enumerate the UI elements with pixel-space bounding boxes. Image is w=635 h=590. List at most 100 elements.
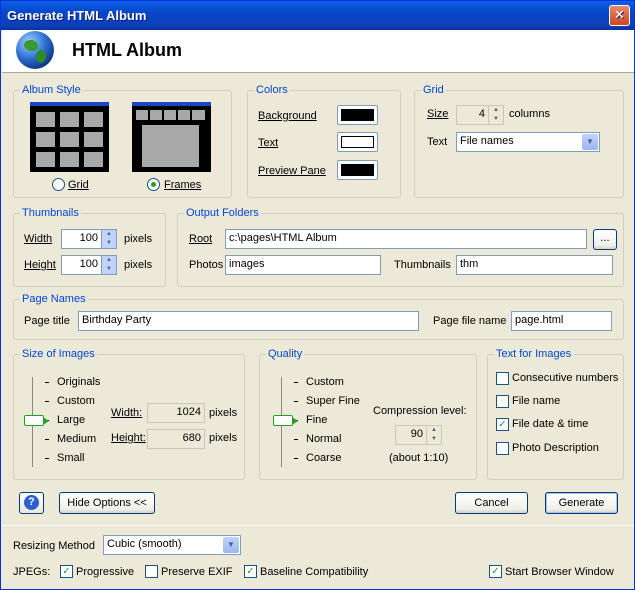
- size-level-small: Small: [57, 452, 85, 464]
- output-folders-legend: Output Folders: [184, 207, 261, 219]
- grid-radio[interactable]: [52, 178, 65, 191]
- compression-level-input[interactable]: 90: [395, 425, 427, 445]
- colors-group: Colors Background Text Preview Pane: [247, 84, 401, 198]
- columns-label: columns: [509, 108, 550, 120]
- album-style-legend: Album Style: [20, 84, 83, 96]
- image-height-label: Height:: [111, 432, 146, 444]
- grid-size-input[interactable]: 4: [456, 105, 489, 125]
- preview-swatch: [341, 164, 374, 176]
- quality-level-fine: Fine: [306, 414, 328, 426]
- page-names-group: Page Names Page title Birthday Party Pag…: [13, 293, 624, 340]
- start-browser-checkbox[interactable]: ✓: [489, 565, 502, 578]
- preserve-exif-checkbox[interactable]: [145, 565, 158, 578]
- quality-level-coarse: Coarse: [306, 452, 342, 464]
- grid-legend: Grid: [421, 84, 446, 96]
- quality-level-super-fine: Super Fine: [306, 395, 360, 407]
- compression-level-spinner[interactable]: ▲ ▼: [427, 425, 442, 445]
- thumbnails-folder-label: Thumbnails: [394, 259, 451, 271]
- grid-layout-preview[interactable]: [30, 102, 109, 172]
- divider: [2, 525, 634, 526]
- jpegs-label: JPEGs:: [13, 566, 51, 578]
- size-slider-thumb[interactable]: [24, 415, 49, 426]
- frames-radio-label: Frames: [164, 179, 202, 191]
- image-width-label: Width:: [111, 407, 143, 419]
- grid-size-spinner[interactable]: ▲ ▼: [489, 105, 504, 125]
- colors-legend: Colors: [254, 84, 290, 96]
- thumb-height-label: Height: [24, 259, 56, 271]
- thumb-height-input[interactable]: 100: [61, 255, 102, 275]
- text-for-images-legend: Text for Images: [494, 348, 574, 360]
- thumbnails-group: Thumbnails Width 100 ▲ ▼ pixels Height 10…: [13, 207, 166, 287]
- image-height-input[interactable]: 680: [147, 429, 205, 449]
- file-name-checkbox[interactable]: [496, 395, 509, 408]
- hide-options-button[interactable]: Hide Options <<: [59, 492, 155, 514]
- quality-level-custom: Custom: [306, 376, 344, 388]
- frames-radio[interactable]: [147, 178, 160, 191]
- photos-folder-input[interactable]: images: [225, 255, 381, 275]
- header-banner: HTML Album: [2, 30, 634, 73]
- text-for-images-group: Text for Images Consecutive numbers File…: [487, 348, 624, 480]
- text-color-button[interactable]: [337, 132, 378, 152]
- page-file-name-label: Page file name: [433, 315, 507, 327]
- text-color-label: Text: [258, 137, 279, 149]
- start-browser-label: Start Browser Window: [505, 566, 614, 578]
- image-width-input[interactable]: 1024: [147, 403, 205, 423]
- help-icon: ?: [24, 495, 39, 510]
- generate-button[interactable]: Generate: [545, 492, 618, 514]
- photos-label: Photos: [189, 259, 224, 271]
- image-width-unit: pixels: [209, 407, 238, 419]
- text-swatch: [341, 136, 374, 148]
- resizing-method-select[interactable]: Cubic (smooth) ▼: [103, 535, 241, 555]
- photo-description-checkbox[interactable]: [496, 442, 509, 455]
- image-height-unit: pixels: [209, 432, 238, 444]
- background-label: Background: [258, 110, 317, 122]
- thumb-height-spinner[interactable]: ▲ ▼: [102, 255, 117, 275]
- chevron-down-icon: ▼: [223, 537, 239, 553]
- baseline-compatibility-label: Baseline Compatibility: [260, 566, 369, 578]
- thumbnails-folder-input[interactable]: thm: [456, 255, 613, 275]
- header-title: HTML Album: [72, 40, 182, 60]
- frames-layout-preview[interactable]: [132, 102, 211, 172]
- compression-ratio-label: (about 1:10): [389, 452, 449, 464]
- quality-slider-thumb[interactable]: [273, 415, 298, 426]
- photo-description-label: Photo Description: [512, 442, 599, 454]
- output-folders-group: Output Folders Root c:\pages\HTML Album …: [177, 207, 624, 287]
- browse-root-button[interactable]: ...: [593, 229, 617, 250]
- cancel-button[interactable]: Cancel: [455, 492, 528, 514]
- background-color-button[interactable]: [337, 105, 378, 125]
- preview-pane-color-button[interactable]: [337, 160, 378, 180]
- close-button[interactable]: ✕: [609, 5, 630, 26]
- grid-group: Grid Size 4 ▲ ▼ columns Text File names ▼: [414, 84, 624, 198]
- file-date-time-checkbox[interactable]: ✓: [496, 418, 509, 431]
- preview-pane-label: Preview Pane: [258, 165, 326, 177]
- globe-icon: [16, 31, 54, 69]
- baseline-compatibility-checkbox[interactable]: ✓: [244, 565, 257, 578]
- thumb-width-label: Width: [24, 233, 53, 245]
- thumb-width-unit: pixels: [124, 233, 153, 245]
- file-name-label: File name: [512, 395, 561, 407]
- size-of-images-legend: Size of Images: [20, 348, 97, 360]
- quality-legend: Quality: [266, 348, 305, 360]
- page-title-input[interactable]: Birthday Party: [78, 311, 419, 331]
- resizing-method-label: Resizing Method: [13, 540, 95, 552]
- compression-level-label: Compression level:: [373, 405, 467, 417]
- size-level-originals: Originals: [57, 376, 101, 388]
- progressive-checkbox[interactable]: ✓: [60, 565, 73, 578]
- consecutive-numbers-label: Consecutive numbers: [512, 372, 619, 384]
- quality-group: Quality Custom Super Fine Fine Normal Co…: [259, 348, 477, 480]
- consecutive-numbers-checkbox[interactable]: [496, 372, 509, 385]
- size-level-medium: Medium: [57, 433, 97, 445]
- thumb-width-spinner[interactable]: ▲ ▼: [102, 229, 117, 249]
- root-folder-input[interactable]: c:\pages\HTML Album: [225, 229, 587, 249]
- background-swatch: [341, 109, 374, 121]
- thumb-width-input[interactable]: 100: [61, 229, 102, 249]
- help-button[interactable]: ?: [19, 492, 44, 514]
- grid-text-select[interactable]: File names ▼: [456, 132, 600, 152]
- quality-level-normal: Normal: [306, 433, 342, 445]
- preserve-exif-label: Preserve EXIF: [161, 566, 233, 578]
- page-file-name-input[interactable]: page.html: [511, 311, 612, 331]
- root-label: Root: [189, 233, 213, 245]
- title-bar: Generate HTML Album ✕: [1, 1, 634, 30]
- progressive-label: Progressive: [76, 566, 135, 578]
- window-title: Generate HTML Album: [7, 8, 147, 23]
